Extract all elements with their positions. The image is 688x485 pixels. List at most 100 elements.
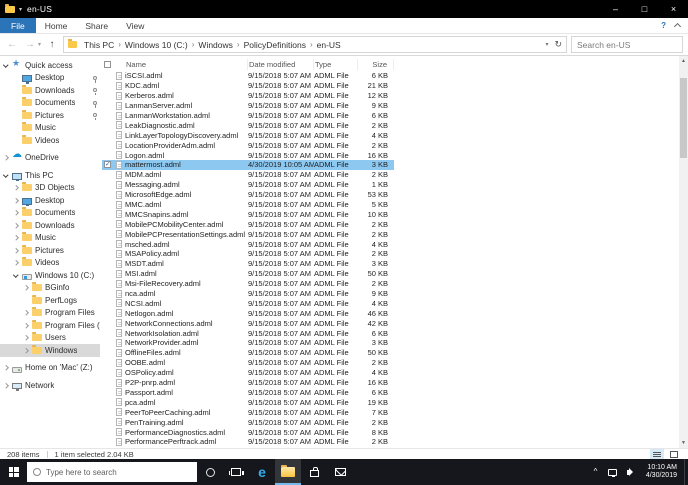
sidebar-item-documents[interactable]: Documents <box>0 97 100 110</box>
file-row-Passport.adml[interactable]: Passport.adml 9/15/2018 5:07 AM ADML Fil… <box>102 388 394 398</box>
file-row-MicrosoftEdge.adml[interactable]: MicrosoftEdge.adml 9/15/2018 5:07 AM ADM… <box>102 190 394 200</box>
file-row-OSPolicy.adml[interactable]: OSPolicy.adml 9/15/2018 5:07 AM ADML Fil… <box>102 368 394 378</box>
sidebar-item-pictures[interactable]: Pictures <box>0 244 100 257</box>
sidebar-item-documents[interactable]: Documents <box>0 207 100 220</box>
tree-chevron-icon[interactable] <box>3 365 9 371</box>
file-row-msched.adml[interactable]: msched.adml 9/15/2018 5:07 AM ADML File … <box>102 239 394 249</box>
volume-tray-button[interactable] <box>622 459 639 485</box>
collapse-ribbon-icon[interactable] <box>673 22 682 31</box>
edge-button[interactable]: e <box>249 459 275 485</box>
file-row-MobilePCMobilityCenter.adml[interactable]: MobilePCMobilityCenter.adml 9/15/2018 5:… <box>102 219 394 229</box>
breadcrumb-segment[interactable]: PolicyDefinitions <box>241 40 309 50</box>
mail-button[interactable] <box>327 459 353 485</box>
breadcrumb-segment[interactable]: Windows <box>195 40 235 50</box>
file-row-MSI.adml[interactable]: MSI.adml 9/15/2018 5:07 AM ADML File 50 … <box>102 269 394 279</box>
tree-chevron-icon[interactable] <box>3 155 9 161</box>
sidebar-item-this-pc[interactable]: This PC <box>0 169 100 182</box>
show-desktop-button[interactable] <box>684 459 688 485</box>
tree-chevron-icon[interactable] <box>3 61 9 67</box>
up-button[interactable]: ↑ <box>45 39 59 50</box>
sidebar-item-perflogs[interactable]: PerfLogs <box>0 294 100 307</box>
file-row-KDC.adml[interactable]: KDC.adml 9/15/2018 5:07 AM ADML File 21 … <box>102 81 394 91</box>
close-button[interactable]: × <box>659 0 688 18</box>
tree-chevron-icon[interactable] <box>13 185 19 191</box>
vertical-scrollbar[interactable]: ▲ ▼ <box>679 56 688 448</box>
previous-locations-dropdown-icon[interactable]: ▾ <box>545 41 548 48</box>
file-row-MMCSnapins.adml[interactable]: MMCSnapins.adml 9/15/2018 5:07 AM ADML F… <box>102 209 394 219</box>
sidebar-item-windows-10-c[interactable]: Windows 10 (C:) <box>0 269 100 282</box>
column-header-type[interactable]: Type <box>314 59 358 70</box>
tree-chevron-icon[interactable] <box>23 322 29 328</box>
tray-expand-icon[interactable]: ^ <box>588 467 604 476</box>
file-row-NetworkProvider.adml[interactable]: NetworkProvider.adml 9/15/2018 5:07 AM A… <box>102 338 394 348</box>
sidebar-item-users[interactable]: Users <box>0 332 100 345</box>
sidebar-item-desktop[interactable]: Desktop <box>0 72 100 85</box>
tree-chevron-icon[interactable] <box>13 271 19 277</box>
file-row-NCSI.adml[interactable]: NCSI.adml 9/15/2018 5:07 AM ADML File 4 … <box>102 298 394 308</box>
maximize-button[interactable]: □ <box>630 0 659 18</box>
sidebar-item-program-files[interactable]: Program Files <box>0 307 100 320</box>
sidebar-item-music[interactable]: Music <box>0 122 100 135</box>
tab-share[interactable]: Share <box>76 18 117 33</box>
tree-chevron-icon[interactable] <box>23 335 29 341</box>
tab-home[interactable]: Home <box>36 18 77 33</box>
sidebar-item-network[interactable]: Network <box>0 379 100 392</box>
help-icon[interactable]: ? <box>661 21 666 30</box>
cortana-button[interactable] <box>197 459 223 485</box>
details-view-button[interactable] <box>650 449 664 459</box>
scrollbar-thumb[interactable] <box>680 78 687 158</box>
tree-chevron-icon[interactable] <box>13 247 19 253</box>
network-tray-button[interactable] <box>603 459 622 485</box>
breadcrumb-segment[interactable]: Windows 10 (C:) <box>122 40 191 50</box>
tree-chevron-icon[interactable] <box>3 171 9 177</box>
file-row-Kerberos.adml[interactable]: Kerberos.adml 9/15/2018 5:07 AM ADML Fil… <box>102 91 394 101</box>
row-checkbox-icon[interactable] <box>104 160 111 169</box>
file-row-PerformanceDiagnostics.adml[interactable]: PerformanceDiagnostics.adml 9/15/2018 5:… <box>102 427 394 437</box>
sidebar-item-downloads[interactable]: Downloads <box>0 84 100 97</box>
quick-access-toolbar-dropdown-icon[interactable]: ▾ <box>19 6 22 13</box>
sidebar-item-onedrive[interactable]: OneDrive <box>0 150 100 165</box>
file-row-NetworkConnections.adml[interactable]: NetworkConnections.adml 9/15/2018 5:07 A… <box>102 318 394 328</box>
search-input[interactable]: Search en-US <box>571 36 683 53</box>
file-row-MMC.adml[interactable]: MMC.adml 9/15/2018 5:07 AM ADML File 5 K… <box>102 200 394 210</box>
large-icons-view-button[interactable] <box>667 449 681 459</box>
sidebar-item-music[interactable]: Music <box>0 232 100 245</box>
file-row-pca.adml[interactable]: pca.adml 9/15/2018 5:07 AM ADML File 19 … <box>102 397 394 407</box>
scroll-down-icon[interactable]: ▼ <box>681 438 686 448</box>
taskbar-search-input[interactable]: Type here to search <box>27 462 197 482</box>
file-row-LinkLayerTopologyDiscovery.adml[interactable]: LinkLayerTopologyDiscovery.adml 9/15/201… <box>102 130 394 140</box>
file-row-MSDT.adml[interactable]: MSDT.adml 9/15/2018 5:07 AM ADML File 3 … <box>102 259 394 269</box>
sidebar-item-quick-access[interactable]: Quick access <box>0 59 100 72</box>
file-explorer-taskbar-button[interactable] <box>275 459 301 485</box>
file-row-LocationProviderAdm.adml[interactable]: LocationProviderAdm.adml 9/15/2018 5:07 … <box>102 140 394 150</box>
column-header-name[interactable]: Name <box>116 59 248 70</box>
file-row-PeerToPeerCaching.adml[interactable]: PeerToPeerCaching.adml 9/15/2018 5:07 AM… <box>102 407 394 417</box>
tree-chevron-icon[interactable] <box>13 210 19 216</box>
select-all-checkbox[interactable] <box>104 61 111 68</box>
sidebar-item-downloads[interactable]: Downloads <box>0 219 100 232</box>
file-row-LanmanServer.adml[interactable]: LanmanServer.adml 9/15/2018 5:07 AM ADML… <box>102 101 394 111</box>
file-row-MSAPolicy.adml[interactable]: MSAPolicy.adml 9/15/2018 5:07 AM ADML Fi… <box>102 249 394 259</box>
tree-chevron-icon[interactable] <box>13 235 19 241</box>
tree-chevron-icon[interactable] <box>23 285 29 291</box>
tab-view[interactable]: View <box>117 18 153 33</box>
column-header-size[interactable]: Size <box>358 59 394 70</box>
tree-chevron-icon[interactable] <box>13 260 19 266</box>
file-row-OOBE.adml[interactable]: OOBE.adml 9/15/2018 5:07 AM ADML File 2 … <box>102 358 394 368</box>
tree-chevron-icon[interactable] <box>3 382 9 388</box>
address-box[interactable]: This PC › Windows 10 (C:) › Windows › PolicyDe… <box>63 36 567 53</box>
start-button[interactable] <box>0 459 27 485</box>
tree-chevron-icon[interactable] <box>13 222 19 228</box>
sidebar-item-videos[interactable]: Videos <box>0 257 100 270</box>
file-row-Messaging.adml[interactable]: Messaging.adml 9/15/2018 5:07 AM ADML Fi… <box>102 180 394 190</box>
task-view-button[interactable] <box>223 459 249 485</box>
file-row-PenTraining.adml[interactable]: PenTraining.adml 9/15/2018 5:07 AM ADML … <box>102 417 394 427</box>
file-row-iSCSI.adml[interactable]: iSCSI.adml 9/15/2018 5:07 AM ADML File 6… <box>102 71 394 81</box>
taskbar-clock[interactable]: 10:10 AM 4/30/2019 <box>639 459 684 485</box>
sidebar-item-bginfo[interactable]: BGinfo <box>0 282 100 295</box>
file-row-nca.adml[interactable]: nca.adml 9/15/2018 5:07 AM ADML File 9 K… <box>102 289 394 299</box>
file-row-MobilePCPresentationSettings.adml[interactable]: MobilePCPresentationSettings.adml 9/15/2… <box>102 229 394 239</box>
store-button[interactable] <box>301 459 327 485</box>
scroll-up-icon[interactable]: ▲ <box>681 56 686 66</box>
tree-chevron-icon[interactable] <box>23 310 29 316</box>
